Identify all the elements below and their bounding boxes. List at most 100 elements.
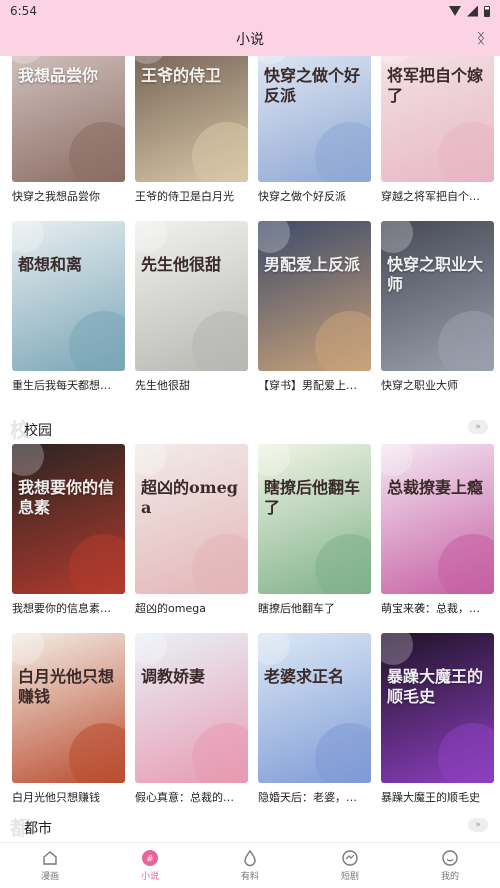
book-card[interactable]: 超凶的omega 超凶的omega	[135, 444, 248, 617]
cover-text: 白月光他只想赚钱	[18, 667, 115, 706]
book-card[interactable]: 白月光他只想赚钱 白月光他只想赚钱	[12, 633, 125, 806]
book-cover[interactable]: 先生他很甜	[135, 221, 248, 371]
cover-art	[315, 122, 371, 182]
cover-text: 将军把自个嫁了	[387, 66, 484, 105]
book-card[interactable]: 总裁撩妻上瘾 萌宝来袭：总裁，…	[381, 444, 494, 617]
drop-icon	[241, 849, 259, 867]
tab-home[interactable]: 漫画	[0, 843, 100, 888]
book-title[interactable]: 萌宝来袭：总裁，…	[381, 601, 494, 617]
book-feed[interactable]: 我想品尝你 快穿之我想品尝你 王爷的侍卫 王爷的侍卫是白月光 快穿之做个好反派 快穿之做个…	[0, 56, 500, 842]
book-card[interactable]: 先生他很甜 先生他很甜	[135, 221, 248, 394]
book-card[interactable]: 瞎撩后他翻车了 瞎撩后他翻车了	[258, 444, 371, 617]
cover-art	[135, 221, 167, 253]
cover-art	[69, 122, 125, 182]
cover-art	[135, 633, 167, 665]
cover-art	[381, 56, 413, 64]
book-title[interactable]: 快穿之做个好反派	[258, 189, 371, 205]
play-icon	[341, 849, 359, 867]
book-cover[interactable]: 快穿之职业大师	[381, 221, 494, 371]
status-time: 6:54	[10, 4, 37, 18]
book-cover[interactable]: 快穿之做个好反派	[258, 56, 371, 182]
book-card[interactable]: 暴躁大魔王的顺毛史 暴躁大魔王的顺毛史	[381, 633, 494, 806]
book-title[interactable]: 快穿之职业大师	[381, 378, 494, 394]
more-button[interactable]: »	[468, 420, 488, 434]
book-card[interactable]: 我想要你的信息素我想要你的信息素…	[12, 444, 125, 617]
book-card[interactable]: 快穿之做个好反派 快穿之做个好反派	[258, 56, 371, 205]
book-title[interactable]: 白月光他只想赚钱	[12, 790, 125, 806]
book-card[interactable]: 男配爱上反派【穿书】男配爱上…	[258, 221, 371, 394]
book-title[interactable]: 快穿之我想品尝你	[12, 189, 125, 205]
tab-drop[interactable]: 有料	[200, 843, 300, 888]
novel-icon: #	[141, 849, 159, 867]
battery-icon	[484, 5, 490, 17]
book-title[interactable]: 隐婚天后：老婆，…	[258, 790, 371, 806]
cover-art	[69, 534, 125, 594]
cover-art	[438, 723, 494, 783]
cover-text: 总裁撩妻上瘾	[387, 478, 484, 497]
section-header-campus: 校 校园 »	[0, 414, 500, 444]
tab-play[interactable]: 短剧	[300, 843, 400, 888]
book-title[interactable]: 穿越之将军把自个…	[381, 189, 494, 205]
book-title[interactable]: 我想要你的信息素…	[12, 601, 125, 617]
cover-art	[438, 122, 494, 182]
book-cover[interactable]: 总裁撩妻上瘾	[381, 444, 494, 594]
book-cover[interactable]: 将军把自个嫁了	[381, 56, 494, 182]
book-title[interactable]: 王爷的侍卫是白月光	[135, 189, 248, 205]
x-icon[interactable]: ᛝ	[474, 30, 488, 48]
book-card[interactable]: 都想和离重生后我每天都想…	[12, 221, 125, 394]
book-cover[interactable]: 老婆求正名	[258, 633, 371, 783]
bottom-tab-bar: 漫画 # 小说 有料 短剧 我的	[0, 842, 500, 888]
cover-art	[258, 221, 290, 253]
row-spacer	[258, 205, 371, 221]
book-title[interactable]: 假心真意：总裁的…	[135, 790, 248, 806]
app-header: 小说 ᛝ	[0, 22, 500, 56]
signal-icon	[467, 5, 478, 17]
row-spacer	[258, 617, 371, 633]
book-card[interactable]: 将军把自个嫁了穿越之将军把自个…	[381, 56, 494, 205]
cover-art	[315, 311, 371, 371]
book-cover[interactable]: 男配爱上反派	[258, 221, 371, 371]
book-card[interactable]: 调教娇妻假心真意：总裁的…	[135, 633, 248, 806]
cover-art	[438, 311, 494, 371]
book-title[interactable]: 【穿书】男配爱上…	[258, 378, 371, 394]
tab-profile[interactable]: 我的	[400, 843, 500, 888]
cover-text: 调教娇妻	[141, 667, 206, 686]
book-cover[interactable]: 我想品尝你	[12, 56, 125, 182]
cover-art	[258, 633, 290, 665]
row-spacer	[381, 617, 494, 633]
section-header-city: 都 都市 »	[0, 812, 500, 842]
section-title: 都市	[24, 821, 52, 837]
cover-text: 都想和离	[18, 255, 83, 274]
cover-art	[12, 633, 44, 665]
book-title[interactable]: 先生他很甜	[135, 378, 248, 394]
cover-text: 老婆求正名	[264, 667, 345, 686]
book-cover[interactable]: 暴躁大魔王的顺毛史	[381, 633, 494, 783]
book-cover[interactable]: 瞎撩后他翻车了	[258, 444, 371, 594]
more-button[interactable]: »	[468, 818, 488, 832]
book-cover[interactable]: 我想要你的信息素	[12, 444, 125, 594]
cover-art	[381, 444, 413, 476]
book-card[interactable]: 王爷的侍卫王爷的侍卫是白月光	[135, 56, 248, 205]
row-spacer	[381, 205, 494, 221]
cover-art	[438, 534, 494, 594]
cover-art	[135, 56, 167, 64]
cover-text: 快穿之职业大师	[387, 255, 484, 294]
book-cover[interactable]: 白月光他只想赚钱	[12, 633, 125, 783]
book-cover[interactable]: 都想和离	[12, 221, 125, 371]
status-icons	[449, 5, 490, 17]
book-card[interactable]: 我想品尝你快穿之我想品尝你	[12, 56, 125, 205]
book-title[interactable]: 暴躁大魔王的顺毛史	[381, 790, 494, 806]
section-title: 校园	[24, 423, 52, 439]
book-cover[interactable]: 超凶的omega	[135, 444, 248, 594]
book-title[interactable]: 瞎撩后他翻车了	[258, 601, 371, 617]
cover-art	[381, 633, 413, 665]
book-card[interactable]: 快穿之职业大师 快穿之职业大师	[381, 221, 494, 394]
book-title[interactable]: 重生后我每天都想…	[12, 378, 125, 394]
book-cover[interactable]: 调教娇妻	[135, 633, 248, 783]
row-spacer	[12, 617, 125, 633]
book-title[interactable]: 超凶的omega	[135, 601, 248, 617]
book-card[interactable]: 老婆求正名隐婚天后：老婆，…	[258, 633, 371, 806]
book-cover[interactable]: 王爷的侍卫	[135, 56, 248, 182]
tab-novel[interactable]: # 小说	[100, 843, 200, 888]
tab-label: 有料	[240, 872, 259, 882]
